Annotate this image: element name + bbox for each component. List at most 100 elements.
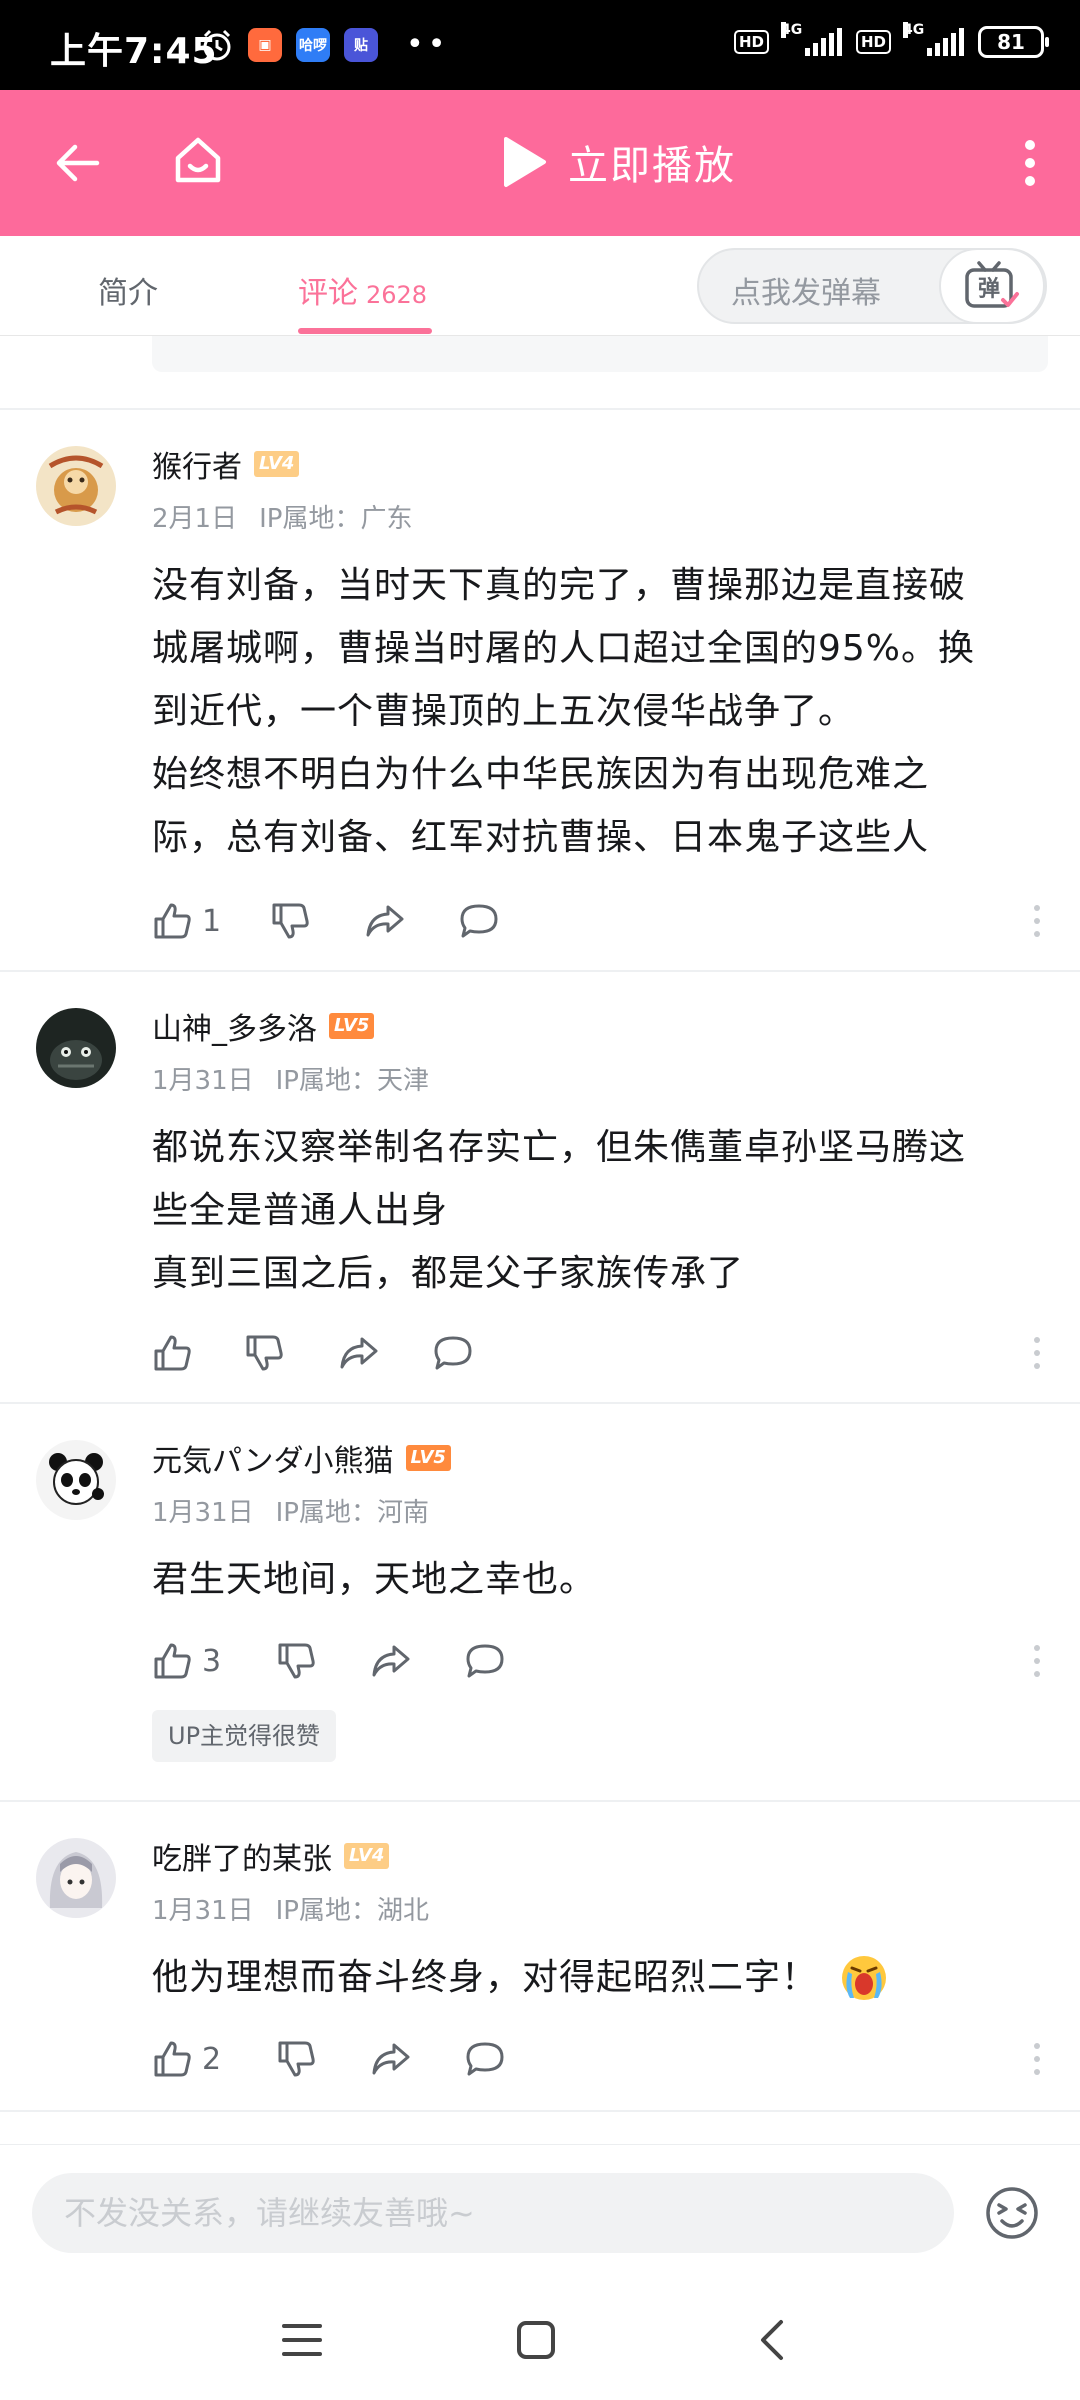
play-icon [504, 137, 546, 187]
level-badge: LV5 [329, 1013, 375, 1039]
comment-line: 到近代，一个曹操顶的上五次侵华战争了。 [152, 691, 856, 732]
emoji-icon [986, 2187, 1038, 2239]
comment-actions: 3 [152, 1636, 1052, 1686]
reply-button[interactable] [432, 1328, 474, 1378]
tab-intro[interactable]: 简介 [98, 268, 158, 312]
comment-ip: IP属地：广东 [259, 504, 413, 534]
danmaku-input-box[interactable]: 点我发弹幕 弹 [697, 248, 1047, 324]
totoro-avatar-icon [36, 1008, 116, 1088]
more-vertical-icon [1025, 140, 1035, 186]
comment-line: 些全是普通人出身 [152, 1190, 449, 1231]
share-button[interactable] [364, 896, 406, 946]
like-button[interactable]: 1 [152, 896, 221, 946]
tieba-app-icon: 贴 [344, 28, 378, 62]
home-icon [175, 137, 221, 183]
crying-emoji-icon [842, 1955, 887, 2000]
more-vertical-icon [1034, 2043, 1040, 2075]
comment-username[interactable]: 元気パンダ小熊猫 LV5 [152, 1436, 451, 1480]
comment-more-button[interactable] [1022, 1636, 1052, 1686]
chat-bubble-icon [466, 1644, 504, 1678]
menu-nav-button[interactable] [272, 2310, 332, 2370]
comment-username[interactable]: 猴行者 LV4 [152, 442, 300, 486]
comment-meta: 1月31日 IP属地：湖北 [152, 1890, 429, 1927]
comment-line: 始终想不明白为什么中华民族因为有出现危难之 [152, 754, 930, 795]
home-button[interactable] [166, 128, 230, 192]
home-nav-button[interactable] [506, 2310, 566, 2370]
like-count: 2 [202, 2041, 222, 2077]
comment-text[interactable]: 他为理想而奋斗终身，对得起昭烈二字！ [152, 1946, 1032, 2009]
divider [0, 970, 1080, 972]
comment-more-button[interactable] [1022, 896, 1052, 946]
share-icon [372, 1645, 410, 1677]
comment-username[interactable]: 吃胖了的某张 LV4 [152, 1834, 390, 1878]
comment-input[interactable]: 不发没关系，请继续友善哦~ [32, 2173, 954, 2253]
hd-icon: HD [855, 30, 891, 54]
dislike-button[interactable] [276, 2034, 316, 2084]
username-text: 元気パンダ小熊猫 [152, 1444, 394, 1479]
thumbs-down-icon [246, 1335, 283, 1371]
dislike-button[interactable] [270, 896, 310, 946]
comment-text[interactable]: 没有刘备，当时天下真的完了，曹操那边是直接破 城屠城啊，曹操当时屠的人口超过全国… [152, 554, 1032, 869]
reply-button[interactable] [464, 1636, 506, 1686]
network-type: 4G [903, 22, 925, 38]
avatar[interactable] [36, 1008, 116, 1088]
share-button[interactable] [370, 2034, 412, 2084]
comment-more-button[interactable] [1022, 2034, 1052, 2084]
alarm-icon [203, 29, 231, 61]
partial-card [152, 336, 1048, 372]
username-text: 吃胖了的某张 [152, 1842, 332, 1877]
tab-comments[interactable]: 评论 2628 [298, 268, 427, 312]
active-tab-indicator [298, 328, 432, 334]
level-badge: LV4 [254, 451, 300, 477]
reply-button[interactable] [464, 2034, 506, 2084]
more-options-button[interactable] [1010, 132, 1050, 194]
share-icon [340, 1337, 378, 1369]
chat-bubble-icon [460, 904, 498, 938]
reply-bar: 不发没关系，请继续友善哦~ [0, 2144, 1080, 2280]
danmaku-toggle-button[interactable]: 弹 [939, 248, 1045, 324]
like-button[interactable] [152, 1328, 202, 1378]
emoji-button[interactable] [984, 2185, 1040, 2241]
like-button[interactable]: 3 [152, 1636, 221, 1686]
up-liked-badge: UP主觉得很赞 [152, 1710, 337, 1762]
comment-line: 际，总有刘备、红军对抗曹操、日本鬼子这些人 [152, 817, 930, 858]
divider [0, 1402, 1080, 1404]
like-button[interactable]: 2 [152, 2034, 221, 2084]
comment-line: 都说东汉察举制名存实亡，但朱儁董卓孙坚马腾这 [152, 1127, 967, 1168]
reply-button[interactable] [458, 896, 500, 946]
video-header: 立即播放 [0, 90, 1080, 236]
comment-date: 1月31日 [152, 1896, 254, 1926]
dislike-button[interactable] [244, 1328, 284, 1378]
comment-line: 城屠城啊，曹操当时屠的人口超过全国的95%。换 [152, 628, 976, 669]
more-notifications-icon: •• [406, 27, 450, 62]
avatar[interactable] [36, 446, 116, 526]
status-right-icons: HD 4G HD 4G 81 [733, 22, 1049, 58]
system-nav-bar [0, 2280, 1080, 2400]
avatar[interactable] [36, 1440, 116, 1520]
avatar[interactable] [36, 1838, 116, 1918]
comment-text[interactable]: 都说东汉察举制名存实亡，但朱儁董卓孙坚马腾这 些全是普通人出身 真到三国之后，都… [152, 1116, 1032, 1305]
share-button[interactable] [370, 1636, 412, 1686]
dislike-button[interactable] [276, 1636, 316, 1686]
back-button[interactable] [46, 132, 108, 194]
anime-girl-avatar-icon [36, 1838, 116, 1918]
comment-username[interactable]: 山神_多多洛 LV5 [152, 1004, 375, 1048]
comment-ip: IP属地：湖北 [275, 1896, 429, 1926]
share-icon [366, 905, 404, 937]
back-arrow-icon [56, 144, 100, 182]
tab-comments-count: 2628 [366, 281, 428, 309]
signal-icon: 4G [903, 22, 964, 56]
comment-more-button[interactable] [1022, 1328, 1052, 1378]
share-button[interactable] [338, 1328, 380, 1378]
comment-actions: 2 [152, 2034, 1052, 2084]
danmaku-icon: 弹 [965, 261, 1019, 308]
play-now-button[interactable]: 立即播放 [500, 126, 736, 198]
more-vertical-icon [1034, 905, 1040, 937]
back-nav-button[interactable] [742, 2310, 802, 2370]
comment-ip: IP属地：河南 [275, 1498, 429, 1528]
signal-icon: 4G [780, 22, 842, 56]
divider [0, 408, 1080, 410]
thumbs-down-icon [278, 1643, 315, 1679]
thumbs-down-icon [278, 2041, 315, 2077]
comment-text[interactable]: 君生天地间，天地之幸也。 [152, 1548, 1032, 1611]
